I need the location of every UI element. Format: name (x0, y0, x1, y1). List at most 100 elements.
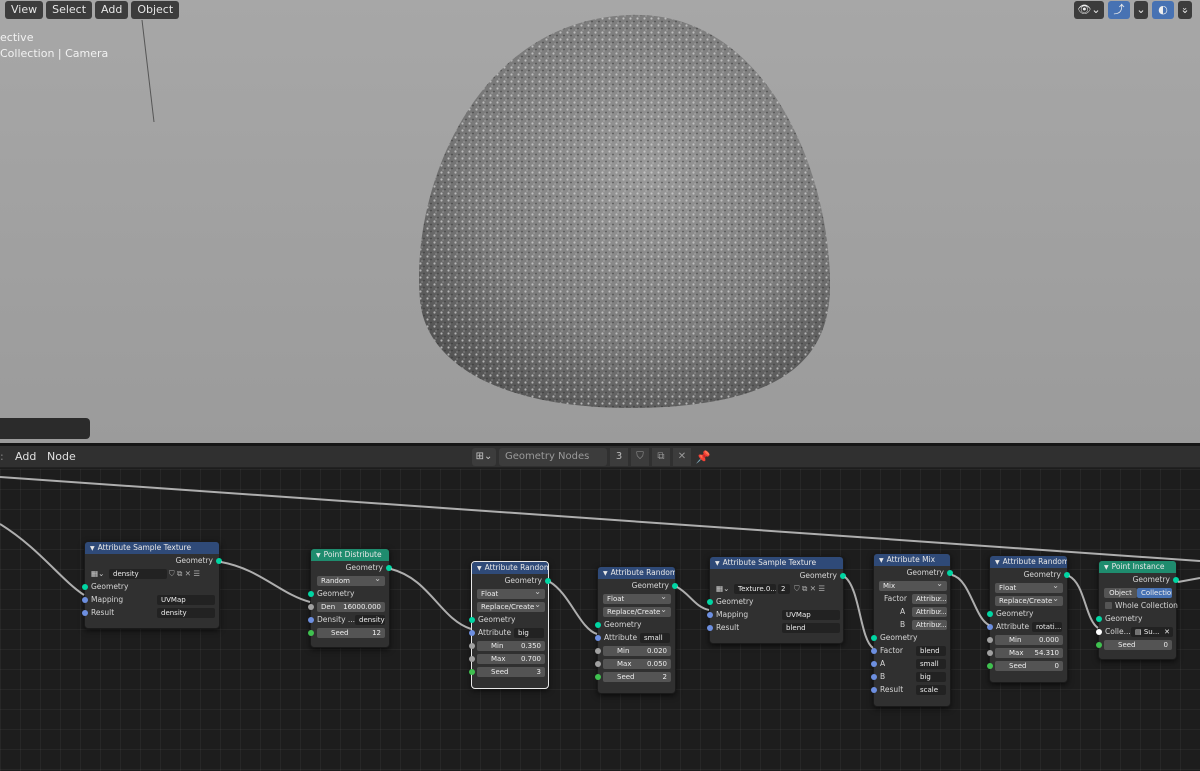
socket-input[interactable] (82, 596, 88, 603)
seed-field[interactable]: Seed 0 (995, 660, 1063, 671)
gizmo-dropdown-icon[interactable]: ⌄ (1134, 1, 1148, 19)
attribute-field[interactable]: rotati... (1032, 621, 1062, 632)
density-max-field[interactable]: Den 16000.000 (317, 601, 385, 612)
seed-field[interactable]: Seed 0 (1104, 639, 1172, 650)
unlink-icon[interactable]: ✕ (673, 448, 691, 466)
socket-input[interactable] (707, 611, 713, 618)
socket-input[interactable] (308, 590, 314, 597)
view-menu[interactable]: View (5, 1, 44, 19)
operation-dropdown[interactable]: Replace/Create (603, 606, 671, 617)
socket-input[interactable] (1096, 628, 1102, 635)
fake-user-icon[interactable]: ⛉ (631, 448, 649, 466)
socket-input[interactable] (871, 660, 877, 667)
socket-input[interactable] (595, 673, 601, 680)
density-attribute-field[interactable]: density (355, 614, 385, 625)
socket-output[interactable] (1064, 571, 1070, 578)
socket-input[interactable] (595, 621, 601, 628)
socket-input[interactable] (308, 616, 314, 623)
texture-browse-icon[interactable]: ▦⌄ (91, 567, 104, 580)
node-attribute-randomize-2[interactable]: ▼Attribute Randomi... Geometry Float Rep… (595, 566, 678, 694)
pin-icon[interactable]: 📌 (694, 448, 712, 466)
texture-actions-icon[interactable]: ⛉ ⧉ ✕ ☰ (169, 567, 200, 580)
seed-field[interactable]: Seed 2 (603, 671, 671, 682)
seed-field[interactable]: Seed 12 (317, 627, 385, 638)
node-header[interactable]: ▼ Attribute Sample Texture (85, 542, 219, 554)
node-attribute-sample-texture-1[interactable]: ▼ Attribute Sample Texture Geometry ▦⌄ de… (82, 541, 222, 629)
max-field[interactable]: Max 54.310 (995, 647, 1063, 658)
select-menu[interactable]: Select (46, 1, 93, 19)
socket-input[interactable] (595, 634, 601, 641)
texture-actions-icon[interactable]: ⛉ ⧉ ✕ ☰ (794, 582, 825, 595)
node-header[interactable]: ▼ Point Distribute (311, 549, 389, 561)
operation-dropdown[interactable]: Replace/Create (477, 601, 545, 612)
add-menu[interactable]: Add (95, 1, 129, 19)
max-field[interactable]: Max 0.700 (477, 653, 545, 664)
socket-input[interactable] (987, 636, 993, 643)
min-field[interactable]: Min 0.350 (477, 640, 545, 651)
texture-users[interactable]: 2 (778, 583, 790, 594)
whole-collection-checkbox[interactable] (1105, 602, 1112, 609)
node-header[interactable]: ▼ Point Instance (1099, 561, 1176, 573)
socket-output[interactable] (947, 569, 953, 576)
b-attribute-field[interactable]: big (916, 671, 946, 682)
node-add-menu[interactable]: Add (15, 446, 36, 468)
socket-input[interactable] (987, 662, 993, 669)
overlay-icon[interactable]: ◐ (1152, 1, 1174, 19)
socket-input[interactable] (82, 583, 88, 590)
data-type-dropdown[interactable]: Float (477, 588, 545, 599)
operation-dropdown[interactable]: Replace/Create (995, 595, 1063, 606)
node-attribute-randomize-3[interactable]: ▼Attribute Randomi... Geometry Float Rep… (987, 555, 1070, 683)
socket-output[interactable] (840, 572, 846, 579)
socket-input[interactable] (469, 642, 475, 649)
result-field[interactable]: blend (782, 622, 840, 633)
socket-input[interactable] (707, 598, 713, 605)
mapping-field[interactable]: UVMap (782, 609, 840, 620)
min-field[interactable]: Min 0.000 (995, 634, 1063, 645)
socket-input[interactable] (82, 609, 88, 616)
node-header[interactable]: ▼ Attribute Sample Texture (710, 557, 843, 569)
socket-input[interactable] (707, 624, 713, 631)
socket-input[interactable] (469, 655, 475, 662)
socket-input[interactable] (595, 660, 601, 667)
socket-input[interactable] (987, 623, 993, 630)
socket-input[interactable] (469, 616, 475, 623)
duplicate-icon[interactable]: ⧉ (652, 448, 670, 466)
texture-field[interactable]: density (109, 568, 167, 579)
socket-output[interactable] (545, 577, 551, 584)
b-mode-dropdown[interactable]: Attribu... (912, 619, 947, 630)
max-field[interactable]: Max 0.050 (603, 658, 671, 669)
viewport-last-operator-panel[interactable] (0, 418, 90, 439)
socket-input[interactable] (469, 668, 475, 675)
socket-output[interactable] (1173, 576, 1179, 583)
node-tree-browse-icon[interactable]: ⊞⌄ (472, 448, 496, 466)
node-header[interactable]: ▼Attribute Randomi... (472, 562, 548, 574)
collection-field[interactable]: ▤ Su... ✕ (1131, 626, 1173, 637)
socket-input[interactable] (987, 649, 993, 656)
node-header[interactable]: ▼Attribute Randomi... (598, 567, 675, 579)
node-canvas[interactable]: ▼ Attribute Sample Texture Geometry ▦⌄ de… (0, 469, 1200, 771)
factor-attribute-field[interactable]: blend (916, 645, 946, 656)
node-tree-name[interactable]: Geometry Nodes (499, 448, 607, 466)
factor-mode-dropdown[interactable]: Attribu... (912, 593, 947, 604)
socket-input[interactable] (871, 686, 877, 693)
socket-input[interactable] (871, 647, 877, 654)
clear-icon[interactable]: ✕ (1164, 627, 1170, 637)
blend-mode-dropdown[interactable]: Mix (879, 580, 947, 591)
attribute-field[interactable]: big (514, 627, 544, 638)
gizmo-icon[interactable]: ⤴ (1108, 1, 1130, 19)
socket-input[interactable] (987, 610, 993, 617)
result-field[interactable]: density (157, 607, 215, 618)
socket-input[interactable] (308, 603, 314, 610)
mapping-field[interactable]: UVMap (157, 594, 215, 605)
data-type-dropdown[interactable]: Float (995, 582, 1063, 593)
distribute-mode-dropdown[interactable]: Random (317, 575, 385, 586)
data-type-dropdown[interactable]: Float (603, 593, 671, 604)
node-tree-user-count[interactable]: 3 (610, 448, 628, 466)
visibility-icon[interactable]: 👁⌄ (1074, 1, 1104, 19)
attribute-field[interactable]: small (640, 632, 670, 643)
3d-viewport[interactable]: View Select Add Object ective Collection… (0, 0, 1200, 443)
texture-browse-icon[interactable]: ▦⌄ (716, 582, 729, 595)
socket-input[interactable] (1096, 641, 1102, 648)
min-field[interactable]: Min 0.020 (603, 645, 671, 656)
node-attribute-randomize-1[interactable]: ▼Attribute Randomi... Geometry Float Rep… (469, 561, 551, 689)
